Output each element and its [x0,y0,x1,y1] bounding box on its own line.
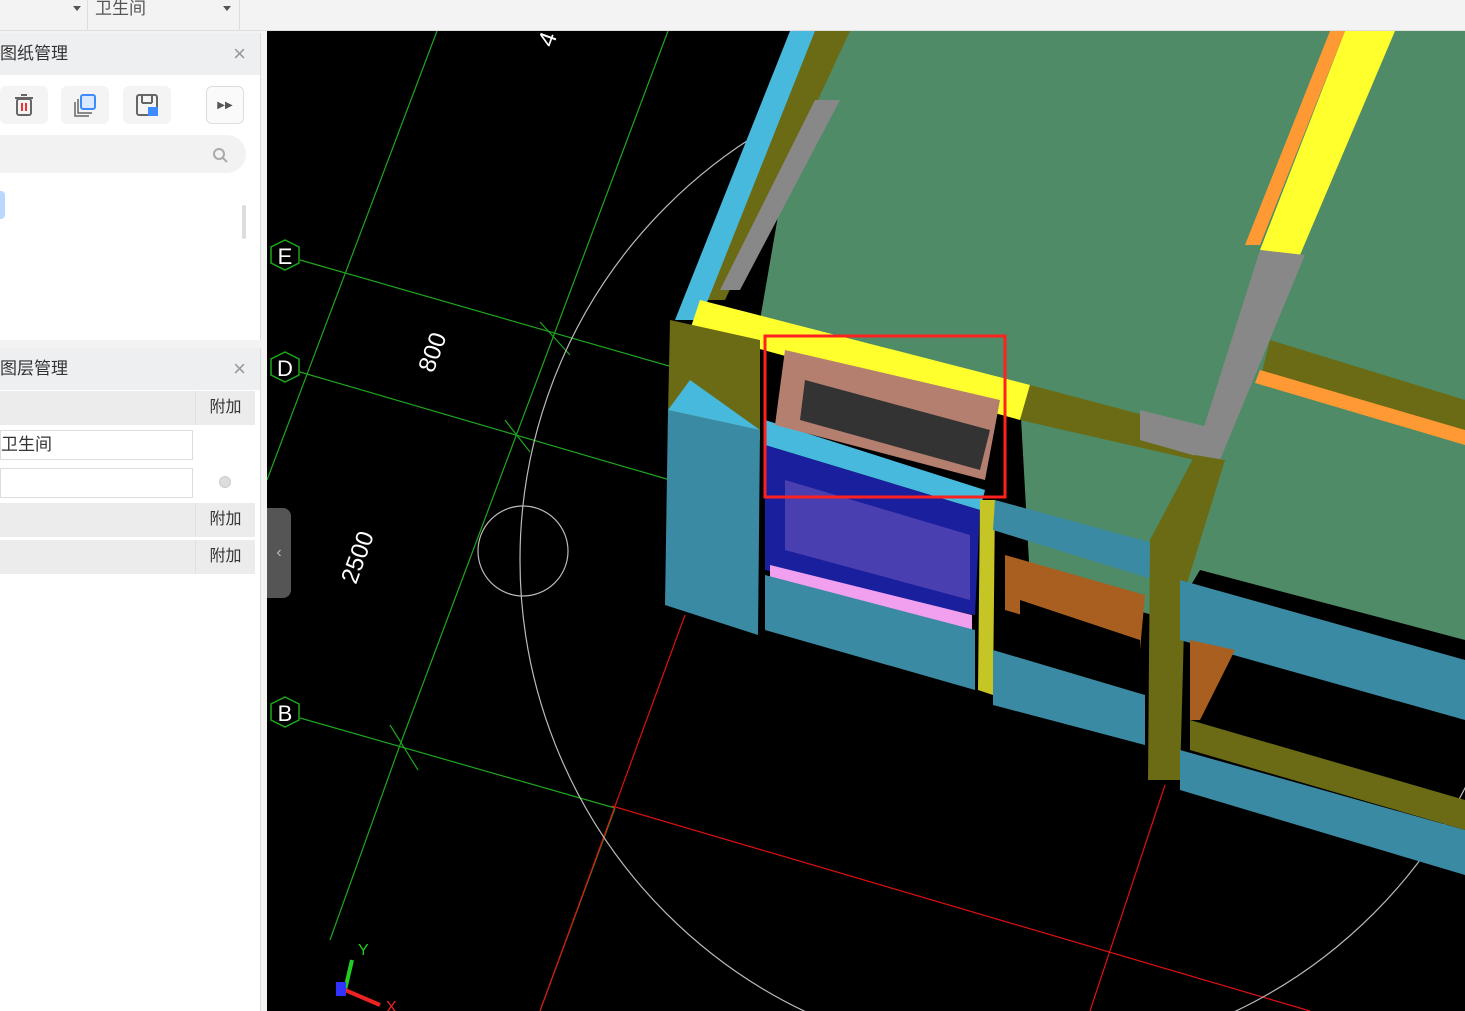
close-icon[interactable]: × [233,33,246,75]
scrollbar[interactable] [242,205,246,239]
axis-label-e: E [278,244,293,269]
list-item-selected[interactable] [0,191,5,219]
gizmo-x-label: X [386,999,397,1011]
component-dropdown[interactable]: 卫生间 [90,0,240,30]
chevron-left-icon: ‹ [276,544,282,561]
axis-label-d: D [277,356,293,381]
top-toolbar: 卫生间 [0,0,1465,31]
attach-button[interactable]: 附加 [195,503,255,537]
double-chevron-right-icon: ▶▶ [217,99,233,111]
chevron-down-icon [73,6,81,11]
save-icon [136,94,158,116]
copy-icon [74,94,96,117]
layer-row[interactable]: 附加 [0,503,255,537]
more-button[interactable]: ▶▶ [206,86,244,124]
layer-row[interactable]: 附加 [0,540,255,574]
collapse-panel-button[interactable]: ‹ [267,508,291,598]
panel-header: 图层管理 × [0,348,260,390]
axis-gizmo: Y X [336,942,397,1011]
chevron-down-icon [223,6,231,11]
3d-viewport[interactable]: E D B 800 2500 4 Y X ‹ [267,31,1465,1011]
save-button[interactable] [123,86,171,124]
search-input[interactable] [0,135,246,173]
component-dropdown-value: 卫生间 [95,0,146,18]
panel-title: 图层管理 [0,359,68,378]
drawing-management-panel: 图纸管理 × ▶▶ [0,33,261,340]
axis-label-b: B [278,701,293,726]
dimension-partial: 4 [533,31,563,50]
delete-button[interactable] [0,86,48,124]
gizmo-y-label: Y [358,942,369,959]
attach-button[interactable]: 附加 [195,391,255,425]
copy-button[interactable] [61,86,109,124]
panel-header: 图纸管理 × [0,33,260,75]
model-canvas[interactable]: E D B 800 2500 4 Y X [267,31,1465,1011]
dimension-2500: 2500 [336,528,380,587]
axis-bubbles [270,239,300,728]
trash-icon [15,94,33,116]
search-icon [213,148,228,163]
building-model [665,31,1465,875]
panel-title: 图纸管理 [0,44,68,63]
layer-management-panel: 图层管理 × 附加 卫生间 附加 附加 [0,348,261,1011]
layer-value-input[interactable] [0,468,193,498]
attach-button[interactable]: 附加 [195,540,255,574]
floor-dropdown[interactable] [0,0,88,30]
dimension-800: 800 [413,329,452,376]
layer-name-input[interactable]: 卫生间 [0,430,193,460]
grid-lines [267,31,691,1011]
close-icon[interactable]: × [233,348,246,390]
layer-row[interactable]: 附加 [0,391,255,425]
radio-button[interactable] [219,476,231,488]
